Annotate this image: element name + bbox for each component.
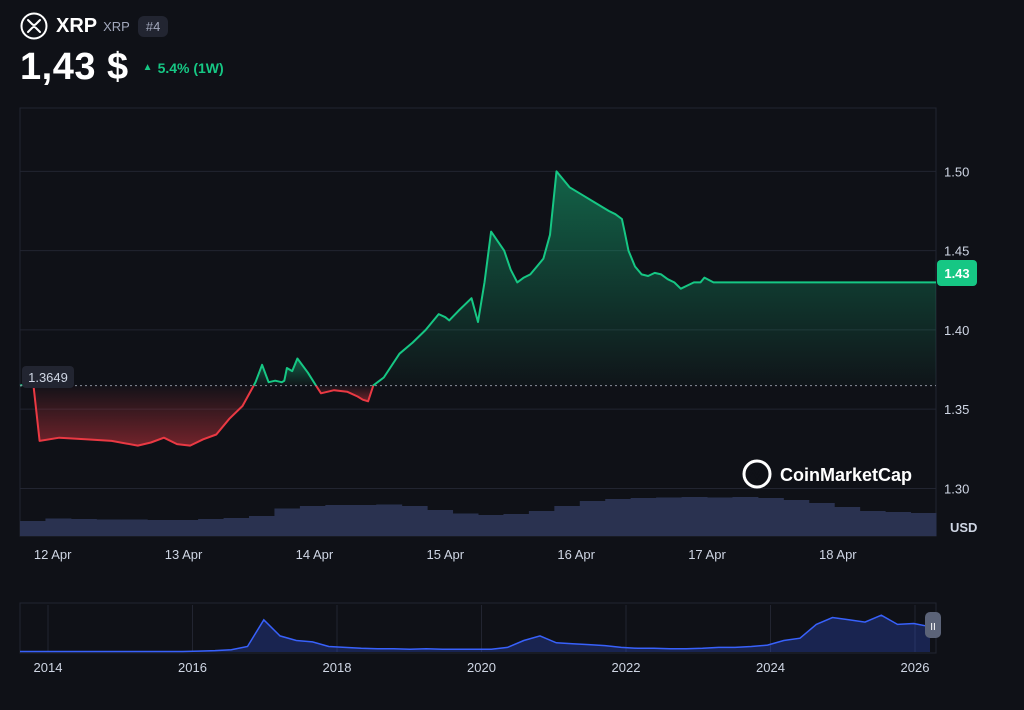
volume-bar xyxy=(427,510,454,536)
x-tick-label: 16 Apr xyxy=(557,547,595,562)
volume-bar xyxy=(452,513,479,536)
volume-bar xyxy=(757,498,784,536)
x-tick-label: 18 Apr xyxy=(819,547,857,562)
history-x-axis: 2014 2016 2018 2020 2022 2024 2026 xyxy=(34,660,930,675)
volume-bar xyxy=(376,504,403,536)
price-chart[interactable]: 1.501.451.401.351.30 12 Apr 13 Apr 14 Apr 1… xyxy=(0,0,1024,710)
y-tick-label: 1.40 xyxy=(944,323,969,338)
volume-bar xyxy=(70,519,97,536)
x-tick-label: 17 Apr xyxy=(688,547,726,562)
volume-bar xyxy=(808,503,835,536)
watermark: CoinMarketCap xyxy=(742,459,912,489)
y-tick-label: 1.50 xyxy=(944,164,969,179)
volume-bar xyxy=(579,501,606,536)
y-axis: 1.50 1.45 1.40 1.35 1.30 xyxy=(944,164,969,496)
volume-bar xyxy=(834,507,861,536)
y-tick-label: 1.30 xyxy=(944,481,969,496)
currency-label: USD xyxy=(950,520,977,535)
range-handle-icon: II xyxy=(930,622,936,633)
watermark-text: CoinMarketCap xyxy=(780,465,912,485)
history-area xyxy=(20,614,931,653)
volume-bar xyxy=(656,497,683,536)
volume-bar xyxy=(274,508,301,536)
y-tick-label: 1.45 xyxy=(944,244,969,259)
current-price-tag: 1.43 xyxy=(937,260,977,286)
x-axis: 12 Apr 13 Apr 14 Apr 15 Apr 16 Apr 17 Apr 18 A… xyxy=(34,547,857,562)
volume-bar xyxy=(350,505,377,536)
volume-bar xyxy=(223,518,250,536)
history-tick-label: 2020 xyxy=(467,660,496,675)
volume-bar xyxy=(554,506,581,536)
history-navigator[interactable]: 2014 2016 2018 2020 2022 2024 2026 II xyxy=(19,602,941,675)
history-tick-label: 2026 xyxy=(901,660,930,675)
history-tick-label: 2018 xyxy=(323,660,352,675)
volume-bar xyxy=(478,515,504,536)
volume-bar xyxy=(859,511,886,536)
coinmarketcap-logo-icon xyxy=(742,459,772,489)
volume-bar xyxy=(96,519,123,536)
area-below-baseline xyxy=(33,385,254,446)
volume-bar xyxy=(503,514,530,536)
volume-bar xyxy=(528,511,555,536)
volume-bars xyxy=(20,497,937,536)
history-tick-label: 2014 xyxy=(34,660,63,675)
volume-bar xyxy=(732,497,759,536)
volume-bar xyxy=(172,520,199,536)
volume-bar xyxy=(249,516,275,536)
volume-bar xyxy=(401,506,428,536)
price-areas xyxy=(20,171,936,446)
volume-bar xyxy=(605,499,632,536)
history-tick-label: 2016 xyxy=(178,660,207,675)
volume-bar xyxy=(707,497,733,536)
volume-bar xyxy=(147,520,174,536)
history-fill xyxy=(20,615,930,652)
volume-bar xyxy=(783,500,810,536)
area-above-baseline xyxy=(373,171,936,386)
volume-bar xyxy=(325,505,352,536)
volume-bar xyxy=(121,519,148,536)
x-tick-label: 14 Apr xyxy=(296,547,334,562)
volume-bar xyxy=(885,512,912,536)
volume-bar xyxy=(299,506,326,536)
x-tick-label: 13 Apr xyxy=(165,547,203,562)
x-tick-label: 15 Apr xyxy=(426,547,464,562)
baseline-label: 1.3649 xyxy=(22,366,74,388)
y-tick-label: 1.35 xyxy=(944,402,969,417)
current-price-value: 1.43 xyxy=(944,266,969,281)
x-tick-label: 12 Apr xyxy=(34,547,72,562)
volume-bar xyxy=(198,519,225,536)
volume-bar xyxy=(45,518,72,536)
history-tick-label: 2024 xyxy=(756,660,785,675)
baseline-value: 1.3649 xyxy=(28,370,68,385)
volume-bar xyxy=(910,513,937,536)
volume-bar xyxy=(630,498,657,536)
history-tick-label: 2022 xyxy=(612,660,641,675)
volume-bar xyxy=(20,521,46,536)
volume-bar xyxy=(681,497,708,536)
